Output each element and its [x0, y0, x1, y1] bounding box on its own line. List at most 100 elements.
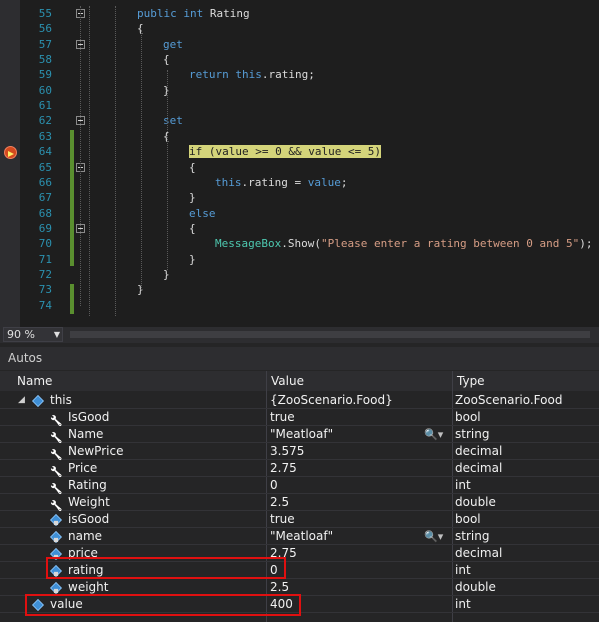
code-line[interactable]: {: [163, 52, 170, 67]
code-token: Rating: [209, 7, 250, 20]
column-header-type[interactable]: Type: [452, 371, 599, 391]
code-token: .Show(: [281, 237, 321, 251]
cell-type: decimal: [455, 546, 503, 560]
zoom-dropdown[interactable]: 90 % ▼: [3, 327, 63, 342]
wrench-property-icon: [50, 497, 62, 509]
indicator-margin[interactable]: [0, 0, 20, 327]
indent-guide: [80, 6, 81, 306]
cell-name: Name: [68, 427, 104, 441]
code-token: .rating;: [261, 68, 315, 82]
cell-value: 3.575: [270, 444, 305, 458]
line-number: 56: [38, 22, 52, 36]
cell-value: 0: [270, 563, 278, 577]
code-line[interactable]: if (value >= 0 && value <= 5): [189, 144, 382, 159]
indent-guide: [167, 70, 168, 270]
line-number: 71: [38, 252, 52, 266]
horizontal-scrollbar[interactable]: [70, 331, 590, 338]
cell-value: 0: [270, 478, 278, 492]
object-icon: [32, 395, 44, 407]
code-editor[interactable]: 55 public int Rating 56 {57 get 58 {59 return t…: [0, 0, 599, 327]
line-number: 64: [38, 145, 52, 159]
column-header-name[interactable]: Name: [13, 371, 266, 391]
wrench-property-icon: [50, 429, 62, 441]
current-statement-breakpoint-icon[interactable]: [4, 146, 17, 159]
autos-row-name[interactable]: name "Meatloaf" string 🔍▾: [0, 528, 599, 545]
autos-row-rating[interactable]: Rating 0 int: [0, 477, 599, 494]
cell-type: decimal: [455, 461, 503, 475]
autos-row-isgood[interactable]: IsGood true bool: [0, 409, 599, 426]
text-visualizer-icon[interactable]: 🔍▾: [424, 528, 597, 545]
line-number: 68: [38, 206, 52, 220]
code-token: {: [189, 221, 196, 235]
autos-row-name[interactable]: Name"Meatloaf"string🔍▾: [0, 426, 599, 443]
line-number: 62: [38, 114, 52, 128]
line-number: 57: [38, 37, 52, 51]
cell-type: int: [455, 597, 471, 611]
code-token: public int: [137, 7, 210, 20]
change-tracking-bar: [70, 284, 74, 314]
code-token: {: [163, 53, 170, 67]
autos-row-price[interactable]: Price 2.75 decimal: [0, 460, 599, 477]
line-number: 69: [38, 221, 52, 235]
chevron-down-icon[interactable]: ▼: [54, 328, 60, 341]
cell-type: decimal: [455, 444, 503, 458]
code-token: .rating =: [241, 175, 308, 189]
wrench-property-icon: [50, 446, 62, 458]
autos-column-header: Name Value Type: [0, 371, 599, 391]
code-token: return: [189, 68, 236, 82]
code-token: }: [189, 252, 196, 266]
autos-row-weight[interactable]: Weight 2.5 double: [0, 494, 599, 511]
line-number: 67: [38, 191, 52, 205]
code-line[interactable]: set: [163, 113, 183, 128]
cell-value: "Meatloaf": [270, 529, 334, 543]
line-number: 65: [38, 160, 52, 174]
line-number: 72: [38, 267, 52, 281]
code-line[interactable]: }: [189, 252, 196, 267]
code-token: ;: [340, 175, 348, 189]
code-line[interactable]: get: [163, 37, 183, 52]
code-line[interactable]: else: [189, 206, 216, 221]
cell-name: IsGood: [68, 410, 110, 424]
column-header-value[interactable]: Value: [266, 371, 452, 391]
code-line[interactable]: MessageBox.Show("Please enter a rating b…: [215, 236, 593, 251]
code-line[interactable]: public int Rating: [137, 6, 250, 21]
highlight-box-value: [25, 594, 301, 616]
indent-guide: [89, 6, 90, 316]
code-line[interactable]: return this.rating;: [189, 67, 315, 82]
cell-value: true: [270, 512, 295, 526]
zoom-value: 90 %: [7, 328, 35, 341]
cell-type: int: [455, 478, 471, 492]
autos-title: Autos: [0, 347, 599, 370]
line-number: 59: [38, 68, 52, 82]
code-line[interactable]: {: [189, 160, 196, 175]
code-line[interactable]: this.rating = value;: [215, 175, 347, 190]
code-token: if (value >= 0 && value <= 5): [189, 145, 382, 159]
code-line[interactable]: }: [189, 190, 196, 205]
code-token: set: [163, 114, 183, 128]
code-token: else: [189, 206, 216, 220]
cell-type: double: [455, 495, 496, 509]
line-number: 63: [38, 129, 52, 143]
line-number: 70: [38, 237, 52, 251]
cell-value: 2.5: [270, 495, 290, 509]
cell-type: int: [455, 563, 471, 577]
code-line[interactable]: {: [189, 221, 196, 236]
autos-row-this[interactable]: ◢ this {ZooScenario.Food} ZooScenario.Food: [0, 392, 599, 409]
code-token: this: [215, 175, 242, 189]
text-visualizer-icon[interactable]: 🔍▾: [424, 426, 597, 443]
autos-row-isgood[interactable]: isGood true bool: [0, 511, 599, 528]
autos-row-newprice[interactable]: NewPrice 3.575 decimal: [0, 443, 599, 460]
cell-value: true: [270, 410, 295, 424]
cell-name: Price: [68, 461, 98, 475]
change-tracking-bar: [70, 130, 74, 266]
private-field-icon: [50, 531, 62, 543]
cell-name: Rating: [68, 478, 107, 492]
code-token: MessageBox: [215, 237, 282, 251]
cell-type: ZooScenario.Food: [455, 393, 563, 407]
code-token: "Please enter a rating between 0 and 5": [320, 237, 580, 251]
cell-name: isGood: [68, 512, 110, 526]
expand-collapse-icon[interactable]: ◢: [18, 392, 25, 409]
cell-name: NewPrice: [68, 444, 124, 458]
line-number: 58: [38, 53, 52, 67]
cell-type: double: [455, 580, 496, 594]
